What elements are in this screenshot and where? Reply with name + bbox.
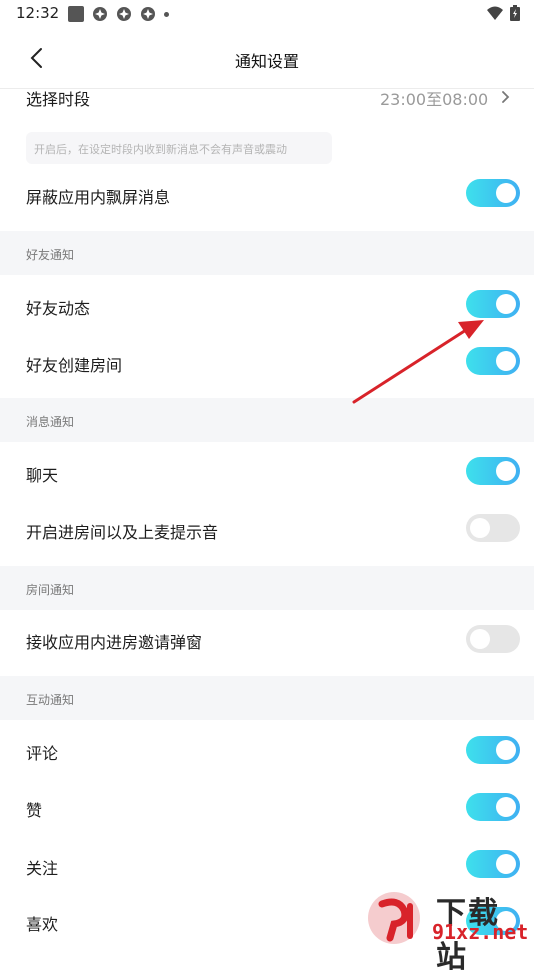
watermark: 下载站 91xz.net xyxy=(360,888,530,975)
watermark-logo-icon xyxy=(368,892,420,944)
watermark-text-bottom: 91xz.net xyxy=(432,920,529,944)
annotation-arrow xyxy=(352,320,484,404)
